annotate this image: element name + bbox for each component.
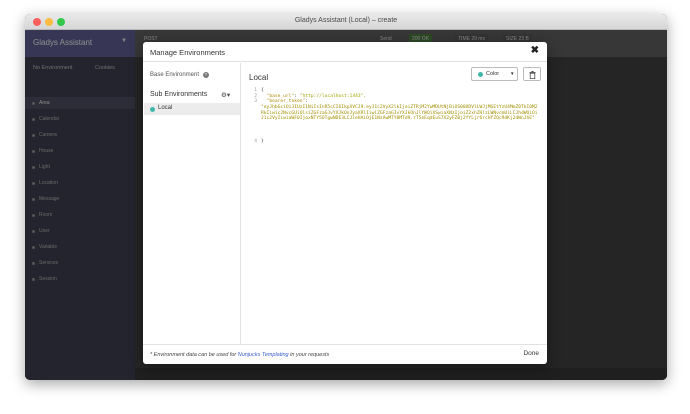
trash-icon xyxy=(529,71,536,79)
nunjucks-link[interactable]: Nunjucks Templating xyxy=(238,352,289,358)
help-icon[interactable]: ? xyxy=(202,72,209,78)
environments-sidebar: Base Environment ? Sub Environments ⚙▾ L… xyxy=(143,63,241,344)
json-key: "bearer_token" xyxy=(266,99,306,105)
code-line-wrapped: "eyJhbGciOiJIUzI1NiIsInR5cCI6IkpXVCJ9.ey… xyxy=(249,105,541,139)
color-swatch-icon xyxy=(478,72,483,77)
base-environment-item[interactable]: Base Environment ? xyxy=(150,72,209,78)
sub-environment-item-local[interactable]: Local xyxy=(144,103,240,115)
delete-environment-button[interactable] xyxy=(523,67,541,81)
window-title: Gladys Assistant (Local) – create xyxy=(294,17,398,24)
close-icon[interactable]: ✖ xyxy=(531,45,539,56)
environment-name[interactable]: Local xyxy=(249,73,268,82)
modal-footer: * Environment data can be used for Nunju… xyxy=(143,344,547,364)
environment-color-dot xyxy=(150,107,155,112)
json-code-editor[interactable]: 1 { 2 "base_url": "http://localhost:1443… xyxy=(249,88,541,168)
json-value: "http://localhost:1443", xyxy=(299,93,367,99)
sub-environment-label: Local xyxy=(158,105,173,111)
code-line: 4 } xyxy=(249,139,541,145)
color-button-label: Color xyxy=(486,71,500,77)
base-environment-label: Base Environment xyxy=(150,72,200,78)
json-value: "eyJhbGciOiJIUzI1NiIsInR5cCI6IkpXVCJ9.ey… xyxy=(261,105,538,122)
environment-editor-panel: Local Color ▼ 1 { 2 "base_url": "http://… xyxy=(242,63,547,344)
done-button[interactable]: Done xyxy=(523,350,539,357)
desktop: Gladys Assistant (Local) – create Gladys… xyxy=(0,0,690,414)
gear-icon[interactable]: ⚙▾ xyxy=(221,91,230,99)
footer-note: * Environment data can be used for Nunju… xyxy=(150,352,330,358)
modal-header: Manage Environments ✖ xyxy=(143,42,547,62)
manage-environments-modal: Manage Environments ✖ Base Environment ?… xyxy=(143,42,547,364)
color-button[interactable]: Color ▼ xyxy=(471,67,518,81)
json-key: "base_url" xyxy=(266,93,295,99)
caret-down-icon: ▼ xyxy=(510,71,515,76)
title-bar: Gladys Assistant (Local) – create xyxy=(25,14,667,30)
sub-environments-heading: Sub Environments xyxy=(150,91,208,98)
line-number: 4 xyxy=(254,139,257,145)
code-text: } xyxy=(261,139,264,145)
modal-title: Manage Environments xyxy=(150,48,226,57)
